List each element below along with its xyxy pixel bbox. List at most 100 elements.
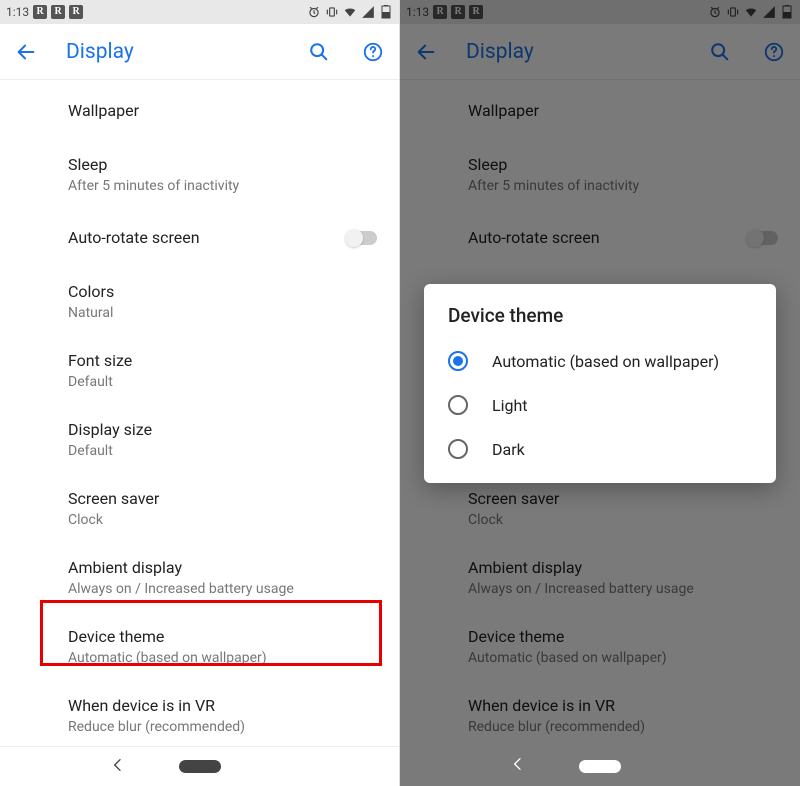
item-title: Display size bbox=[68, 419, 383, 441]
setting-ambient-display[interactable]: Ambient display Always on / Increased ba… bbox=[0, 543, 399, 612]
item-title: Ambient display bbox=[68, 557, 383, 579]
wifi-icon bbox=[343, 5, 357, 19]
auto-rotate-switch[interactable] bbox=[347, 231, 377, 245]
signal-icon bbox=[762, 5, 776, 19]
setting-auto-rotate[interactable]: Auto-rotate screen bbox=[400, 209, 800, 267]
setting-colors[interactable]: Colors Natural bbox=[0, 267, 399, 336]
dialog-title: Device theme bbox=[432, 304, 768, 339]
phone-right: 1:13 R R R Display bbox=[400, 0, 800, 786]
nav-bar bbox=[0, 746, 399, 786]
app-bar: Display bbox=[0, 24, 399, 80]
setting-display-size[interactable]: Display size Default bbox=[0, 405, 399, 474]
alarm-icon bbox=[307, 5, 321, 19]
back-button[interactable] bbox=[12, 38, 40, 66]
item-title: Device theme bbox=[68, 626, 383, 648]
notification-badge-1: R bbox=[33, 5, 47, 19]
item-title: Auto-rotate screen bbox=[468, 223, 784, 253]
page-title: Display bbox=[66, 40, 279, 64]
app-bar: Display bbox=[400, 24, 800, 80]
item-subtitle: Always on / Increased battery usage bbox=[468, 580, 784, 598]
battery-icon bbox=[780, 5, 794, 19]
device-theme-dialog: Device theme Automatic (based on wallpap… bbox=[424, 284, 776, 483]
status-time: 1:13 bbox=[406, 5, 429, 19]
radio-icon bbox=[448, 395, 468, 415]
radio-label: Dark bbox=[492, 440, 525, 459]
radio-icon bbox=[448, 351, 468, 371]
item-title: Wallpaper bbox=[68, 96, 383, 126]
item-subtitle: Always on / Increased battery usage bbox=[68, 580, 383, 598]
radio-label: Automatic (based on wallpaper) bbox=[492, 352, 719, 371]
dual-phone-container: 1:13 R R R Display bbox=[0, 0, 800, 786]
item-subtitle: Natural bbox=[68, 304, 383, 322]
setting-sleep[interactable]: Sleep After 5 minutes of inactivity bbox=[400, 140, 800, 209]
item-title: Font size bbox=[68, 350, 383, 372]
nav-home-pill[interactable] bbox=[179, 760, 221, 773]
page-title: Display bbox=[466, 40, 680, 64]
radio-icon bbox=[448, 439, 468, 459]
help-button[interactable] bbox=[359, 38, 387, 66]
back-button[interactable] bbox=[412, 38, 440, 66]
battery-icon bbox=[379, 5, 393, 19]
notification-badge-3: R bbox=[69, 5, 83, 19]
setting-screen-saver[interactable]: Screen saver Clock bbox=[0, 474, 399, 543]
item-subtitle: Default bbox=[68, 373, 383, 391]
theme-option-automatic[interactable]: Automatic (based on wallpaper) bbox=[432, 339, 768, 383]
signal-icon bbox=[361, 5, 375, 19]
setting-screen-saver[interactable]: Screen saver Clock bbox=[400, 474, 800, 543]
item-subtitle: Automatic (based on wallpaper) bbox=[68, 649, 383, 667]
setting-sleep[interactable]: Sleep After 5 minutes of inactivity bbox=[0, 140, 399, 209]
vibrate-icon bbox=[726, 5, 740, 19]
item-subtitle: Clock bbox=[468, 511, 784, 529]
item-subtitle: Clock bbox=[68, 511, 383, 529]
setting-ambient-display[interactable]: Ambient display Always on / Increased ba… bbox=[400, 543, 800, 612]
help-button[interactable] bbox=[760, 38, 788, 66]
setting-wallpaper[interactable]: Wallpaper bbox=[400, 82, 800, 140]
theme-option-dark[interactable]: Dark bbox=[432, 427, 768, 471]
item-title: Device theme bbox=[468, 626, 784, 648]
vibrate-icon bbox=[325, 5, 339, 19]
item-title: When device is in VR bbox=[468, 695, 784, 717]
item-title: Screen saver bbox=[468, 488, 784, 510]
item-title: When device is in VR bbox=[68, 695, 383, 717]
item-subtitle: Reduce blur (recommended) bbox=[68, 718, 383, 736]
item-title: Wallpaper bbox=[468, 96, 784, 126]
auto-rotate-switch[interactable] bbox=[748, 231, 778, 245]
nav-home-pill[interactable] bbox=[579, 760, 621, 773]
setting-font-size[interactable]: Font size Default bbox=[0, 336, 399, 405]
item-title: Auto-rotate screen bbox=[68, 223, 383, 253]
item-subtitle: After 5 minutes of inactivity bbox=[468, 177, 784, 195]
item-subtitle: Automatic (based on wallpaper) bbox=[468, 649, 784, 667]
setting-device-theme[interactable]: Device theme Automatic (based on wallpap… bbox=[400, 612, 800, 681]
setting-vr[interactable]: When device is in VR Reduce blur (recomm… bbox=[0, 681, 399, 746]
item-subtitle: Default bbox=[68, 442, 383, 460]
item-subtitle: Reduce blur (recommended) bbox=[468, 718, 784, 736]
item-title: Screen saver bbox=[68, 488, 383, 510]
status-bar: 1:13 R R R bbox=[0, 0, 399, 24]
wifi-icon bbox=[744, 5, 758, 19]
phone-left: 1:13 R R R Display bbox=[0, 0, 400, 786]
radio-label: Light bbox=[492, 396, 528, 415]
notification-badge-1: R bbox=[433, 5, 447, 19]
nav-back-button[interactable] bbox=[110, 757, 126, 777]
item-title: Sleep bbox=[68, 154, 383, 176]
nav-bar bbox=[400, 746, 800, 786]
item-title: Colors bbox=[68, 281, 383, 303]
status-time: 1:13 bbox=[6, 5, 29, 19]
settings-list: Wallpaper Sleep After 5 minutes of inact… bbox=[0, 80, 399, 746]
item-title: Sleep bbox=[468, 154, 784, 176]
search-button[interactable] bbox=[706, 38, 734, 66]
setting-device-theme[interactable]: Device theme Automatic (based on wallpap… bbox=[0, 612, 399, 681]
search-button[interactable] bbox=[305, 38, 333, 66]
setting-vr[interactable]: When device is in VR Reduce blur (recomm… bbox=[400, 681, 800, 746]
notification-badge-2: R bbox=[51, 5, 65, 19]
setting-auto-rotate[interactable]: Auto-rotate screen bbox=[0, 209, 399, 267]
status-bar: 1:13 R R R bbox=[400, 0, 800, 24]
notification-badge-3: R bbox=[469, 5, 483, 19]
nav-back-button[interactable] bbox=[510, 756, 526, 776]
item-title: Ambient display bbox=[468, 557, 784, 579]
item-subtitle: After 5 minutes of inactivity bbox=[68, 177, 383, 195]
alarm-icon bbox=[708, 5, 722, 19]
notification-badge-2: R bbox=[451, 5, 465, 19]
theme-option-light[interactable]: Light bbox=[432, 383, 768, 427]
setting-wallpaper[interactable]: Wallpaper bbox=[0, 82, 399, 140]
